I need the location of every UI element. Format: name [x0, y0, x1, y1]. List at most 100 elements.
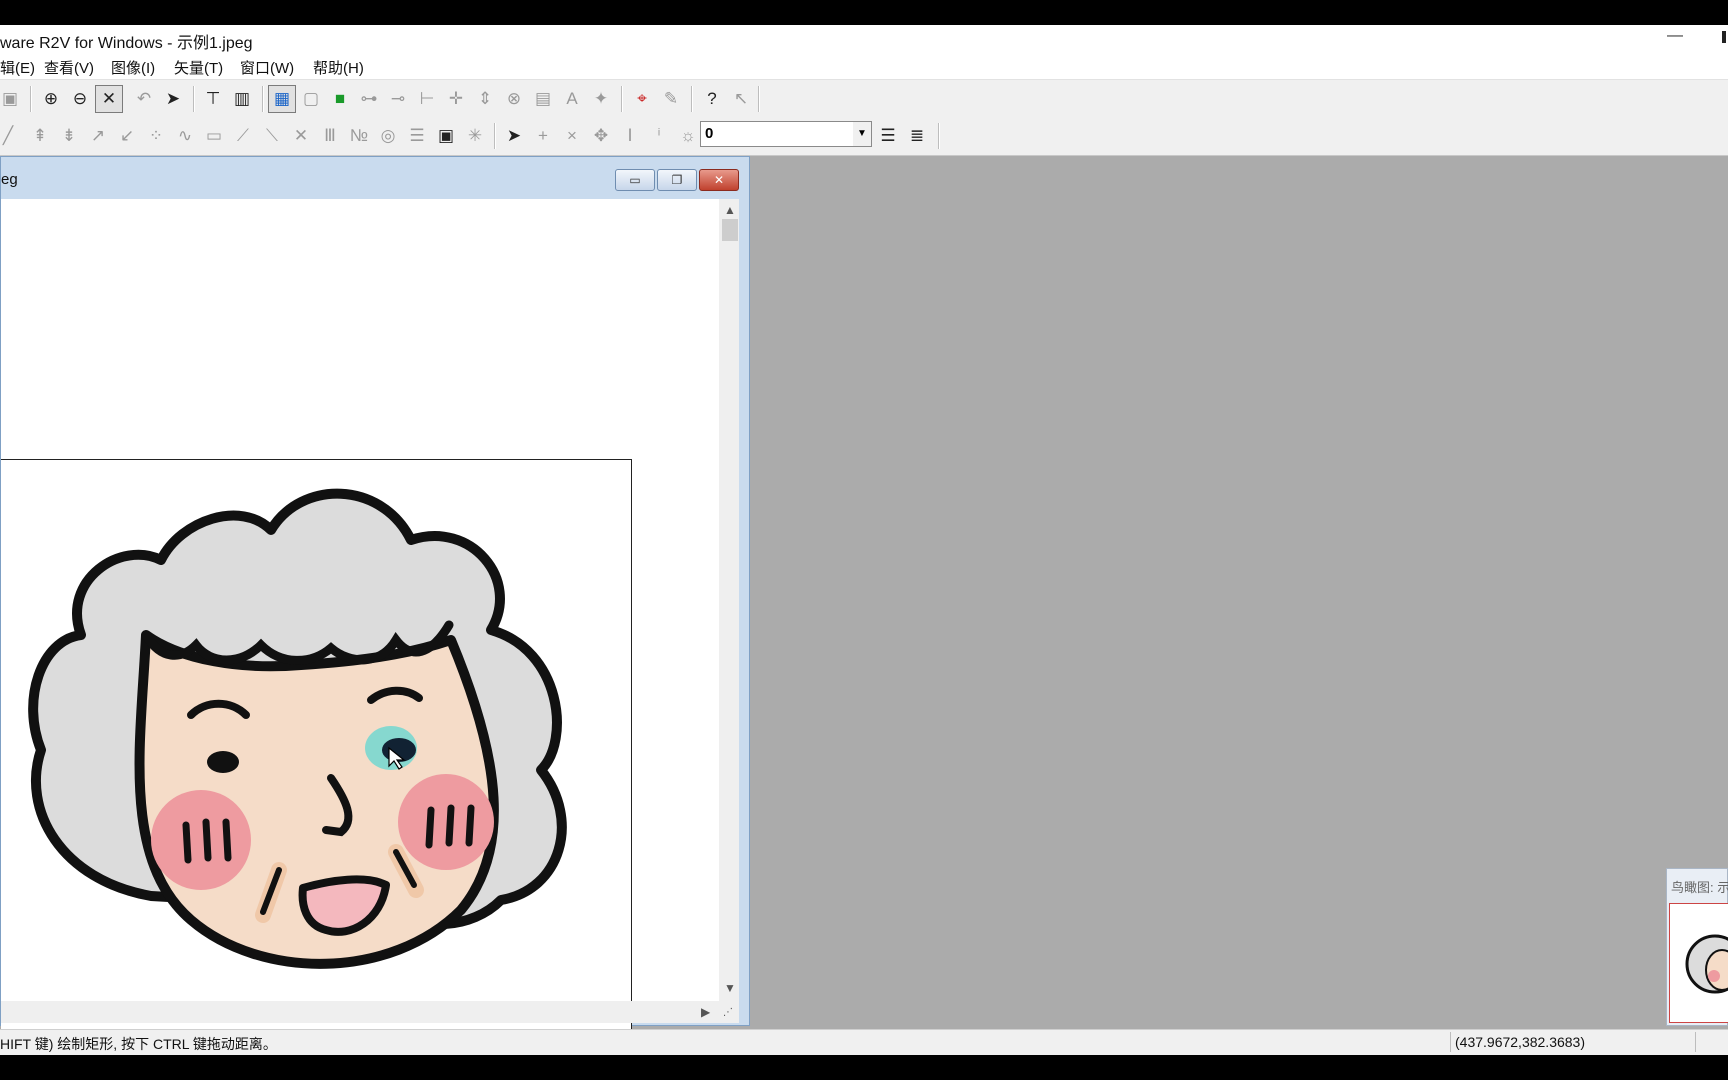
minimize-button[interactable]: — — [1660, 25, 1690, 51]
node-add-icon[interactable]: ✛ — [442, 85, 470, 113]
menu-bar: 辑(E) 查看(V) 图像(I) 矢量(T) 窗口(W) 帮助(H) — [0, 53, 1728, 80]
menu-window[interactable]: 窗口(W) — [240, 57, 294, 78]
cursor-coordinates: (437.9672,382.3683) — [1450, 1032, 1696, 1052]
select-arrow-icon[interactable]: ➤ — [159, 85, 187, 113]
grid-snap-icon[interactable]: ⁘ — [142, 122, 170, 150]
node-branch-icon[interactable]: ⊢ — [413, 85, 441, 113]
scroll-down-icon[interactable]: ▼ — [724, 981, 736, 995]
toolbar-separator — [758, 86, 760, 112]
save-icon[interactable]: ▣ — [0, 85, 24, 113]
scroll-right-icon[interactable]: ▶ — [701, 1005, 710, 1019]
green-rect-icon[interactable]: ■ — [326, 85, 354, 113]
id-label-icon[interactable]: ⁱ — [645, 122, 673, 150]
edit-props-icon[interactable]: ✎ — [657, 85, 685, 113]
doc-minimize-button[interactable]: ▭ — [615, 169, 655, 191]
light-icon[interactable]: ☼ — [674, 122, 702, 150]
overview-thumbnail — [1685, 934, 1728, 994]
maximize-button-edge[interactable] — [1722, 31, 1726, 43]
doc-restore-button[interactable]: ❐ — [657, 169, 697, 191]
overview-title: 鸟瞰图: 示 — [1671, 880, 1728, 895]
raster-fill-icon[interactable]: ▥ — [228, 85, 256, 113]
spark-icon[interactable]: ✳ — [461, 122, 489, 150]
raster-edit-icon[interactable]: ⊤ — [199, 85, 227, 113]
document-window: eg ▭ ❐ ✕ ▲ ▼ ▶ ⋰ — [0, 156, 750, 1051]
scroll-thumb[interactable] — [722, 219, 738, 241]
toolbar-separator — [691, 86, 693, 112]
vertex-up-icon[interactable]: ⇞ — [26, 122, 54, 150]
x-tool-icon[interactable]: × — [558, 122, 586, 150]
layer-table-icon[interactable]: ☰ — [403, 122, 431, 150]
id-edit-icon[interactable]: Ⅰ — [616, 122, 644, 150]
left-eye — [207, 751, 239, 773]
node-link-icon[interactable]: ⊶ — [355, 85, 383, 113]
red-select-icon[interactable]: ⌖ — [628, 85, 656, 113]
fit-icon[interactable]: ✕ — [95, 85, 123, 113]
toolbar-separator — [30, 86, 32, 112]
layer-combo[interactable]: 0 ▼ — [700, 121, 872, 147]
raster-image-frame — [1, 459, 632, 1051]
diagonal-icon[interactable]: ⟋ — [229, 122, 257, 150]
layer-stack-icon[interactable]: ☰ — [874, 122, 902, 150]
grandma-face-image — [28, 488, 567, 969]
arrow-tool-icon[interactable]: ↗ — [84, 122, 112, 150]
restore-icon: ❐ — [671, 173, 683, 187]
node-move-icon[interactable]: ⇕ — [471, 85, 499, 113]
main-toolbar: ▣ ⊕ ⊖ ✕ ↶ ➤ ⊤ ▥ ▦ ▢ ■ ⊶ ⊸ ⊢ ✛ ⇕ ⊗ ▤ A ✦ … — [0, 80, 1728, 117]
diagonal2-icon[interactable]: ⟍ — [258, 122, 286, 150]
help-icon[interactable]: ? — [698, 85, 726, 113]
move-tool-icon[interactable]: ✥ — [587, 122, 615, 150]
doc-close-button[interactable]: ✕ — [699, 169, 739, 191]
polygon-icon[interactable]: ▭ — [200, 122, 228, 150]
toolbar-separator — [621, 86, 623, 112]
label-abc-icon[interactable]: A — [558, 85, 586, 113]
horizontal-scrollbar[interactable]: ▶ ⋰ — [1, 1001, 739, 1023]
overview-pane[interactable] — [1669, 903, 1728, 1023]
arrow-tool2-icon[interactable]: ↙ — [113, 122, 141, 150]
document-title: eg — [1, 171, 18, 188]
label-text-icon[interactable]: ▤ — [529, 85, 557, 113]
menu-vector[interactable]: 矢量(T) — [174, 57, 223, 78]
pointer-icon[interactable]: ➤ — [500, 122, 528, 150]
menu-view[interactable]: 查看(V) — [44, 57, 94, 78]
point-icon[interactable]: ✦ — [587, 85, 615, 113]
cross-icon[interactable]: ✕ — [287, 122, 315, 150]
toolbar-separator — [193, 86, 195, 112]
vertical-scrollbar[interactable]: ▲ ▼ — [719, 199, 739, 1001]
status-hint: HIFT 键) 绘制矩形, 按下 CTRL 键拖动距离。 — [0, 1036, 277, 1052]
curve-icon[interactable]: ∿ — [171, 122, 199, 150]
fill-area-icon[interactable]: ▣ — [432, 122, 460, 150]
node-edit-icon[interactable]: ⊸ — [384, 85, 412, 113]
node-delete-icon[interactable]: ⊗ — [500, 85, 528, 113]
right-cheek — [398, 774, 494, 870]
left-cheek — [151, 790, 251, 890]
resize-grip-icon[interactable]: ⋰ — [723, 1007, 733, 1018]
undo-icon[interactable]: ↶ — [130, 85, 158, 113]
menu-help[interactable]: 帮助(H) — [313, 57, 364, 78]
image-frame-icon[interactable]: ▢ — [297, 85, 325, 113]
close-icon: ✕ — [713, 173, 725, 187]
layer-combo-value: 0 — [705, 125, 714, 142]
toolbar-separator — [262, 86, 264, 112]
id-number-icon[interactable]: № — [345, 122, 373, 150]
line-tool-icon[interactable]: ╱ — [0, 122, 22, 150]
vertex-down-icon[interactable]: ⇟ — [55, 122, 83, 150]
scroll-up-icon[interactable]: ▲ — [724, 203, 736, 217]
id-icon[interactable]: Ⅲ — [316, 122, 344, 150]
overview-window: 鸟瞰图: 示 — [1666, 868, 1728, 1026]
zoom-out-icon[interactable]: ⊖ — [66, 85, 94, 113]
chevron-down-icon[interactable]: ▼ — [853, 122, 871, 146]
title-bar: ware R2V for Windows - 示例1.jpeg — — [0, 25, 1728, 53]
plus-tool-icon[interactable]: + — [529, 122, 557, 150]
zoom-in-icon[interactable]: ⊕ — [37, 85, 65, 113]
context-help-icon[interactable]: ↖ — [727, 85, 755, 113]
contour-icon[interactable]: ◎ — [374, 122, 402, 150]
minimize-icon: ▭ — [629, 173, 641, 187]
menu-image[interactable]: 图像(I) — [111, 57, 155, 78]
image-color-icon[interactable]: ▦ — [268, 85, 296, 113]
window-title: ware R2V for Windows - 示例1.jpeg — [0, 35, 253, 52]
layer-props-icon[interactable]: ≣ — [903, 122, 931, 150]
vector-toolbar: ╱ ⇞ ⇟ ↗ ↙ ⁘ ∿ ▭ ⟋ ⟍ ✕ Ⅲ № ◎ ☰ ▣ ✳ ➤ + × … — [0, 117, 1728, 156]
document-canvas[interactable] — [1, 199, 719, 1051]
toolbar-separator — [494, 123, 496, 149]
menu-edit[interactable]: 辑(E) — [0, 57, 35, 78]
